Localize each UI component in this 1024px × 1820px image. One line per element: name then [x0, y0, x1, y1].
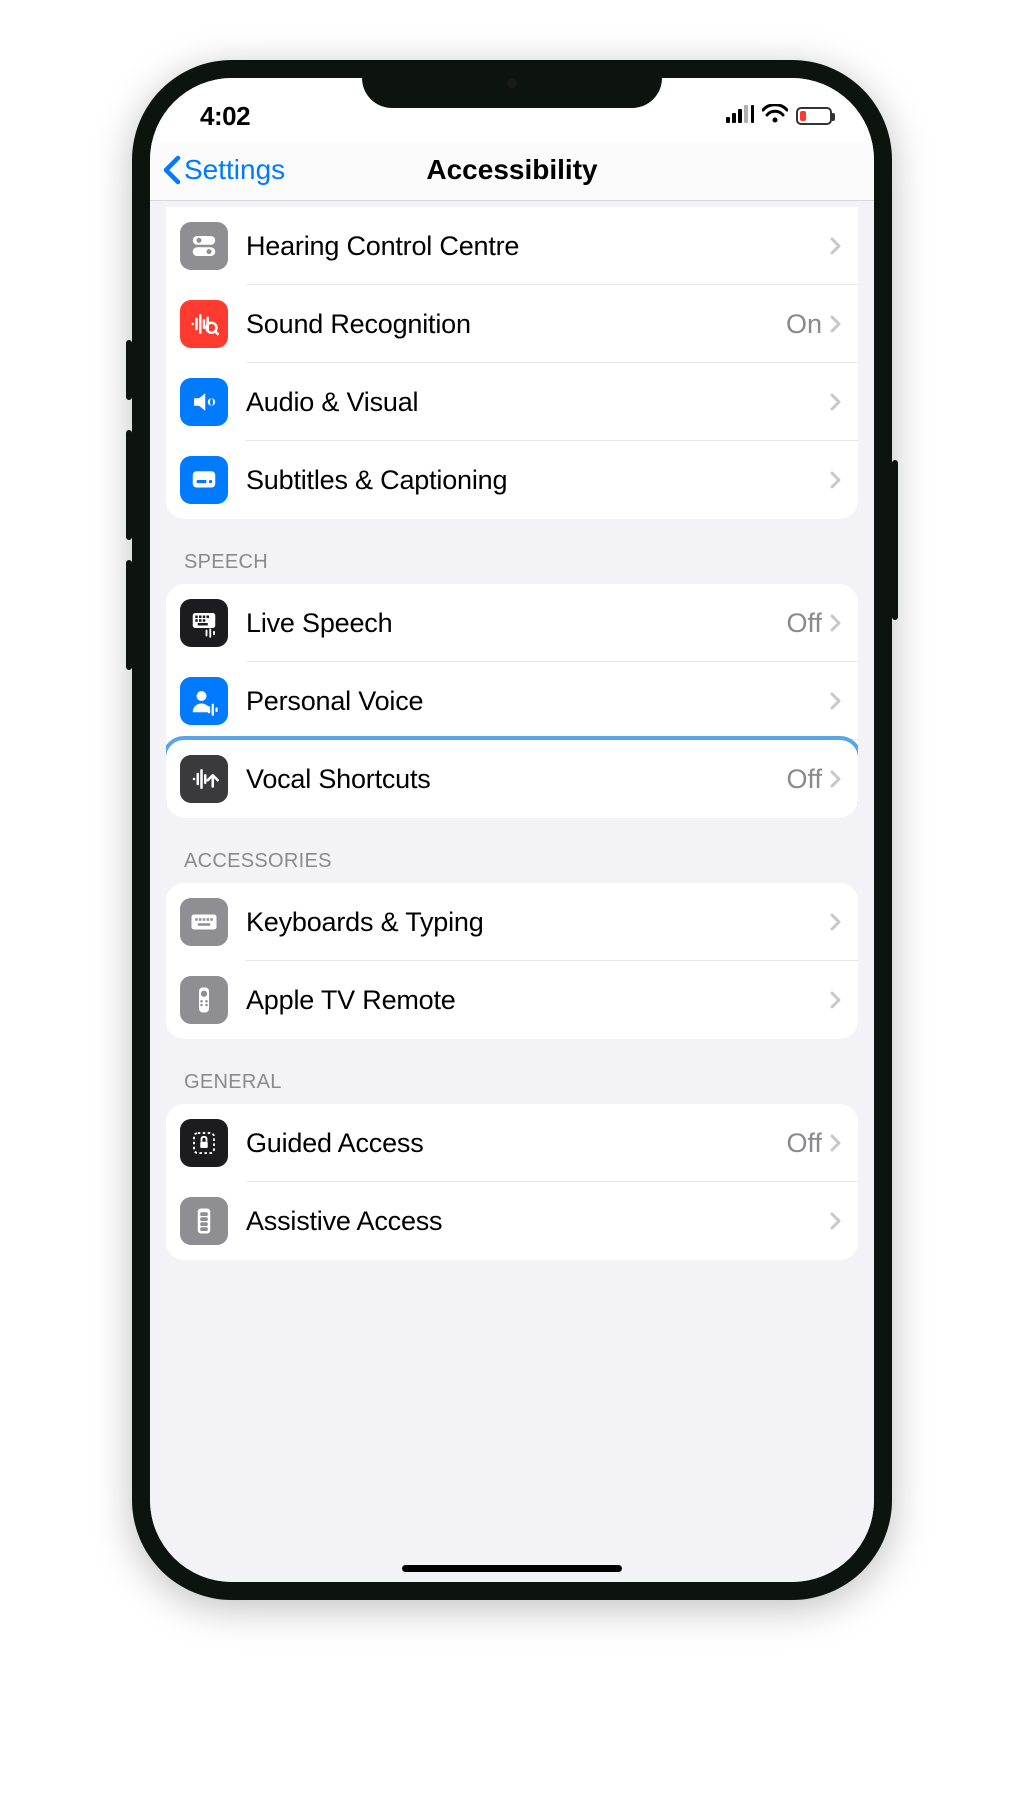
row-hearing-control-centre[interactable]: Hearing Control Centre — [166, 207, 858, 285]
keyboards-icon — [180, 898, 228, 946]
nav-bar: Settings Accessibility — [150, 142, 874, 201]
section-header-general: General — [166, 1039, 858, 1104]
content-scroll[interactable]: Hearing Control Centre Sound Recognition… — [150, 201, 874, 1582]
row-label: Assistive Access — [246, 1206, 830, 1237]
back-button[interactable]: Settings — [162, 154, 285, 186]
tv-remote-icon — [180, 976, 228, 1024]
row-value: Off — [786, 764, 822, 795]
row-vocal-shortcuts[interactable]: Vocal Shortcuts Off — [166, 740, 858, 818]
screen: 4:02 Settings Accessibility — [150, 78, 874, 1582]
row-value: Off — [786, 608, 822, 639]
section-header-accessories: Accessories — [166, 818, 858, 883]
chevron-right-icon — [830, 770, 842, 788]
hearing-control-icon — [180, 222, 228, 270]
row-subtitles-captioning[interactable]: Subtitles & Captioning — [166, 441, 858, 519]
list-group-speech: Live Speech Off Personal Voice Vocal Sho… — [166, 584, 858, 818]
status-time: 4:02 — [200, 101, 250, 132]
chevron-right-icon — [830, 393, 842, 411]
guided-access-icon — [180, 1119, 228, 1167]
audio-visual-icon — [180, 378, 228, 426]
row-label: Guided Access — [246, 1128, 786, 1159]
list-group-accessories: Keyboards & Typing Apple TV Remote — [166, 883, 858, 1039]
list-group-general: Guided Access Off Assistive Access — [166, 1104, 858, 1260]
row-personal-voice[interactable]: Personal Voice — [166, 662, 858, 740]
row-label: Audio & Visual — [246, 387, 830, 418]
status-icons — [726, 104, 832, 129]
row-value: On — [786, 309, 822, 340]
row-apple-tv-remote[interactable]: Apple TV Remote — [166, 961, 858, 1039]
row-label: Hearing Control Centre — [246, 231, 830, 262]
chevron-right-icon — [830, 315, 842, 333]
chevron-right-icon — [830, 614, 842, 632]
chevron-right-icon — [830, 1212, 842, 1230]
row-label: Personal Voice — [246, 686, 830, 717]
live-speech-icon — [180, 599, 228, 647]
wifi-icon — [762, 104, 788, 129]
chevron-right-icon — [830, 913, 842, 931]
vocal-shortcuts-icon — [180, 755, 228, 803]
list-group-hearing: Hearing Control Centre Sound Recognition… — [166, 207, 858, 519]
row-audio-visual[interactable]: Audio & Visual — [166, 363, 858, 441]
battery-icon — [796, 107, 832, 125]
home-indicator[interactable] — [402, 1565, 622, 1572]
row-live-speech[interactable]: Live Speech Off — [166, 584, 858, 662]
row-label: Live Speech — [246, 608, 786, 639]
chevron-right-icon — [830, 471, 842, 489]
row-keyboards-typing[interactable]: Keyboards & Typing — [166, 883, 858, 961]
chevron-left-icon — [162, 155, 182, 185]
subtitles-icon — [180, 456, 228, 504]
chevron-right-icon — [830, 237, 842, 255]
row-label: Keyboards & Typing — [246, 907, 830, 938]
row-label: Vocal Shortcuts — [246, 764, 786, 795]
chevron-right-icon — [830, 692, 842, 710]
personal-voice-icon — [180, 677, 228, 725]
back-label: Settings — [184, 154, 285, 186]
chevron-right-icon — [830, 1134, 842, 1152]
row-guided-access[interactable]: Guided Access Off — [166, 1104, 858, 1182]
row-sound-recognition[interactable]: Sound Recognition On — [166, 285, 858, 363]
row-label: Sound Recognition — [246, 309, 786, 340]
cellular-icon — [726, 105, 754, 128]
notch — [362, 60, 662, 108]
section-header-speech: Speech — [166, 519, 858, 584]
row-label: Apple TV Remote — [246, 985, 830, 1016]
phone-frame: 4:02 Settings Accessibility — [132, 60, 892, 1600]
row-label: Subtitles & Captioning — [246, 465, 830, 496]
chevron-right-icon — [830, 991, 842, 1009]
row-assistive-access[interactable]: Assistive Access — [166, 1182, 858, 1260]
assistive-access-icon — [180, 1197, 228, 1245]
sound-recognition-icon — [180, 300, 228, 348]
row-value: Off — [786, 1128, 822, 1159]
